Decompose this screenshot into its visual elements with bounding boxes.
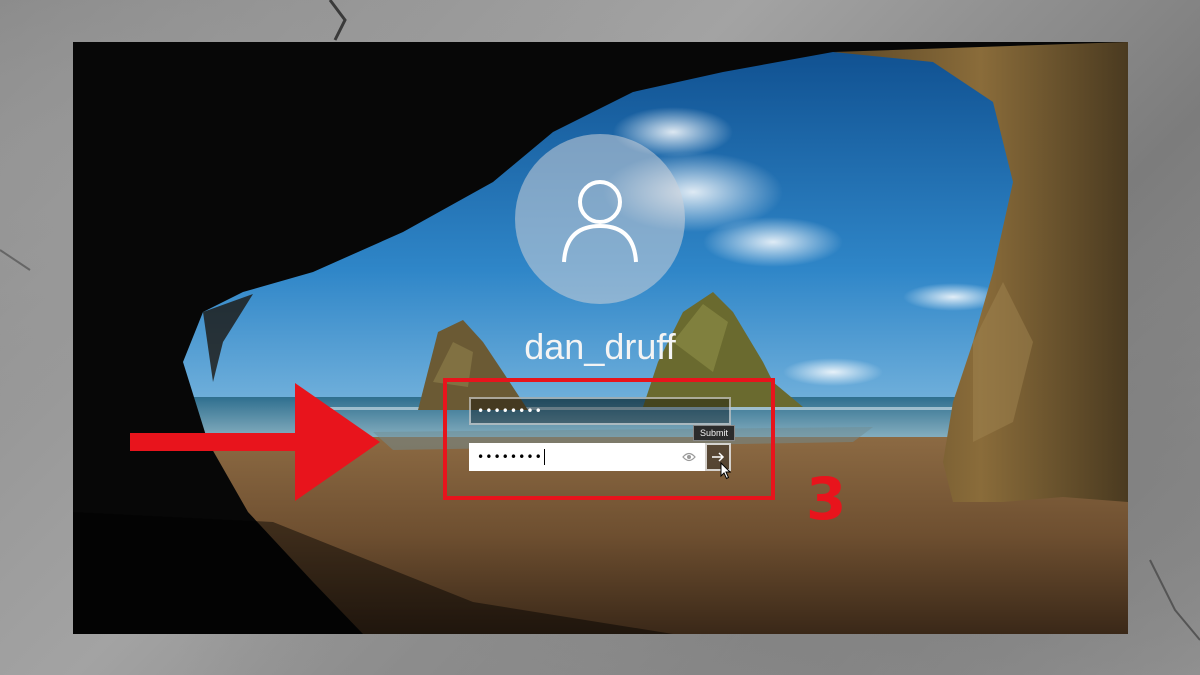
lock-screen: dan_druff •••••••• •••••••• Submit [73,42,1128,634]
step-number-label: 3 [806,465,847,533]
red-arrow-right [130,383,380,501]
user-icon [562,180,638,263]
highlight-box [443,378,775,500]
user-avatar [515,134,685,304]
username-label: dan_druff [524,326,676,367]
